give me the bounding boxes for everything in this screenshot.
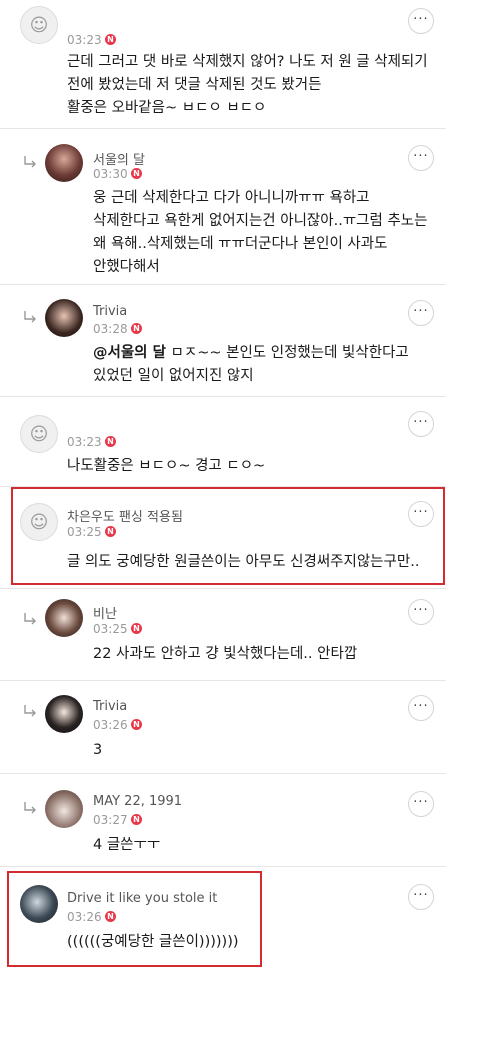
- new-badge-icon: N: [131, 719, 142, 730]
- more-options-button[interactable]: ···: [408, 8, 434, 34]
- divider: [0, 866, 446, 867]
- avatar[interactable]: [45, 790, 83, 828]
- comment-nickname[interactable]: Trivia: [93, 699, 127, 714]
- divider: [0, 680, 446, 681]
- comment-nickname[interactable]: 비난: [93, 603, 117, 622]
- more-options-button[interactable]: ···: [408, 599, 434, 625]
- divider: [0, 284, 446, 285]
- reply-arrow-icon: [23, 705, 37, 717]
- more-options-button[interactable]: ···: [408, 695, 434, 721]
- new-badge-icon: N: [105, 34, 116, 45]
- comment-time: 03:28: [93, 322, 128, 336]
- divider: [0, 128, 446, 129]
- new-badge-icon: N: [131, 623, 142, 634]
- new-badge-icon: N: [131, 168, 142, 179]
- comment-time: 03:27: [93, 813, 128, 827]
- reply-arrow-icon: [23, 156, 37, 168]
- comment-body: 웅 근데 삭제한다고 다가 아니니까ㅠㅠ 욕하고 삭제한다고 욕한게 없어지는건…: [93, 190, 428, 275]
- comment-time: 03:23: [67, 435, 102, 449]
- new-badge-icon: N: [105, 436, 116, 447]
- avatar[interactable]: [45, 299, 83, 337]
- comment-nickname[interactable]: MAY 22, 1991: [93, 794, 182, 809]
- new-badge-icon: N: [131, 323, 142, 334]
- divider: [0, 396, 446, 397]
- comment-time: 03:25: [93, 622, 128, 636]
- comment-body: 22 사과도 안하고 걍 빛삭했다는데.. 안타깝: [93, 646, 358, 662]
- emoji-face-icon: ☺: [29, 423, 49, 445]
- comment-body: 근데 그러고 댓 바로 삭제했지 않어? 나도 저 원 글 삭제되기 전에 봤었…: [67, 54, 428, 116]
- new-badge-icon: N: [131, 814, 142, 825]
- avatar[interactable]: [45, 144, 83, 182]
- more-options-button[interactable]: ···: [408, 411, 434, 437]
- avatar[interactable]: [45, 695, 83, 733]
- comment-time: 03:26: [93, 718, 128, 732]
- reply-arrow-icon: [23, 613, 37, 625]
- comment-body: 4 글쓴ㅜㅜ: [93, 837, 161, 853]
- divider: [0, 588, 446, 589]
- comment-time: 03:23: [67, 33, 102, 47]
- comment-nickname[interactable]: 서울의 달: [93, 149, 145, 168]
- highlight-box: [7, 871, 262, 967]
- comment-body: @서울의 달 ㅁㅈ~~ 본인도 인정했는데 빛삭한다고 있었던 일이 없어지진 …: [93, 342, 409, 388]
- more-options-button[interactable]: ···: [408, 884, 434, 910]
- comment-nickname[interactable]: Trivia: [93, 304, 127, 319]
- avatar[interactable]: ☺: [20, 6, 58, 44]
- comment-body: 3: [93, 742, 103, 758]
- avatar[interactable]: [45, 599, 83, 637]
- more-options-button[interactable]: ···: [408, 145, 434, 171]
- comment-time: 03:30: [93, 167, 128, 181]
- divider: [0, 773, 446, 774]
- highlight-box: [11, 487, 445, 585]
- avatar[interactable]: ☺: [20, 415, 58, 453]
- emoji-face-icon: ☺: [29, 14, 49, 36]
- reply-arrow-icon: [23, 802, 37, 814]
- more-options-button[interactable]: ···: [408, 300, 434, 326]
- mention[interactable]: @서울의 달: [93, 345, 166, 361]
- reply-arrow-icon: [23, 311, 37, 323]
- more-options-button[interactable]: ···: [408, 791, 434, 817]
- comment-body: 나도활중은 ㅂㄷㅇ~ 경고 ㄷㅇ~: [67, 458, 266, 474]
